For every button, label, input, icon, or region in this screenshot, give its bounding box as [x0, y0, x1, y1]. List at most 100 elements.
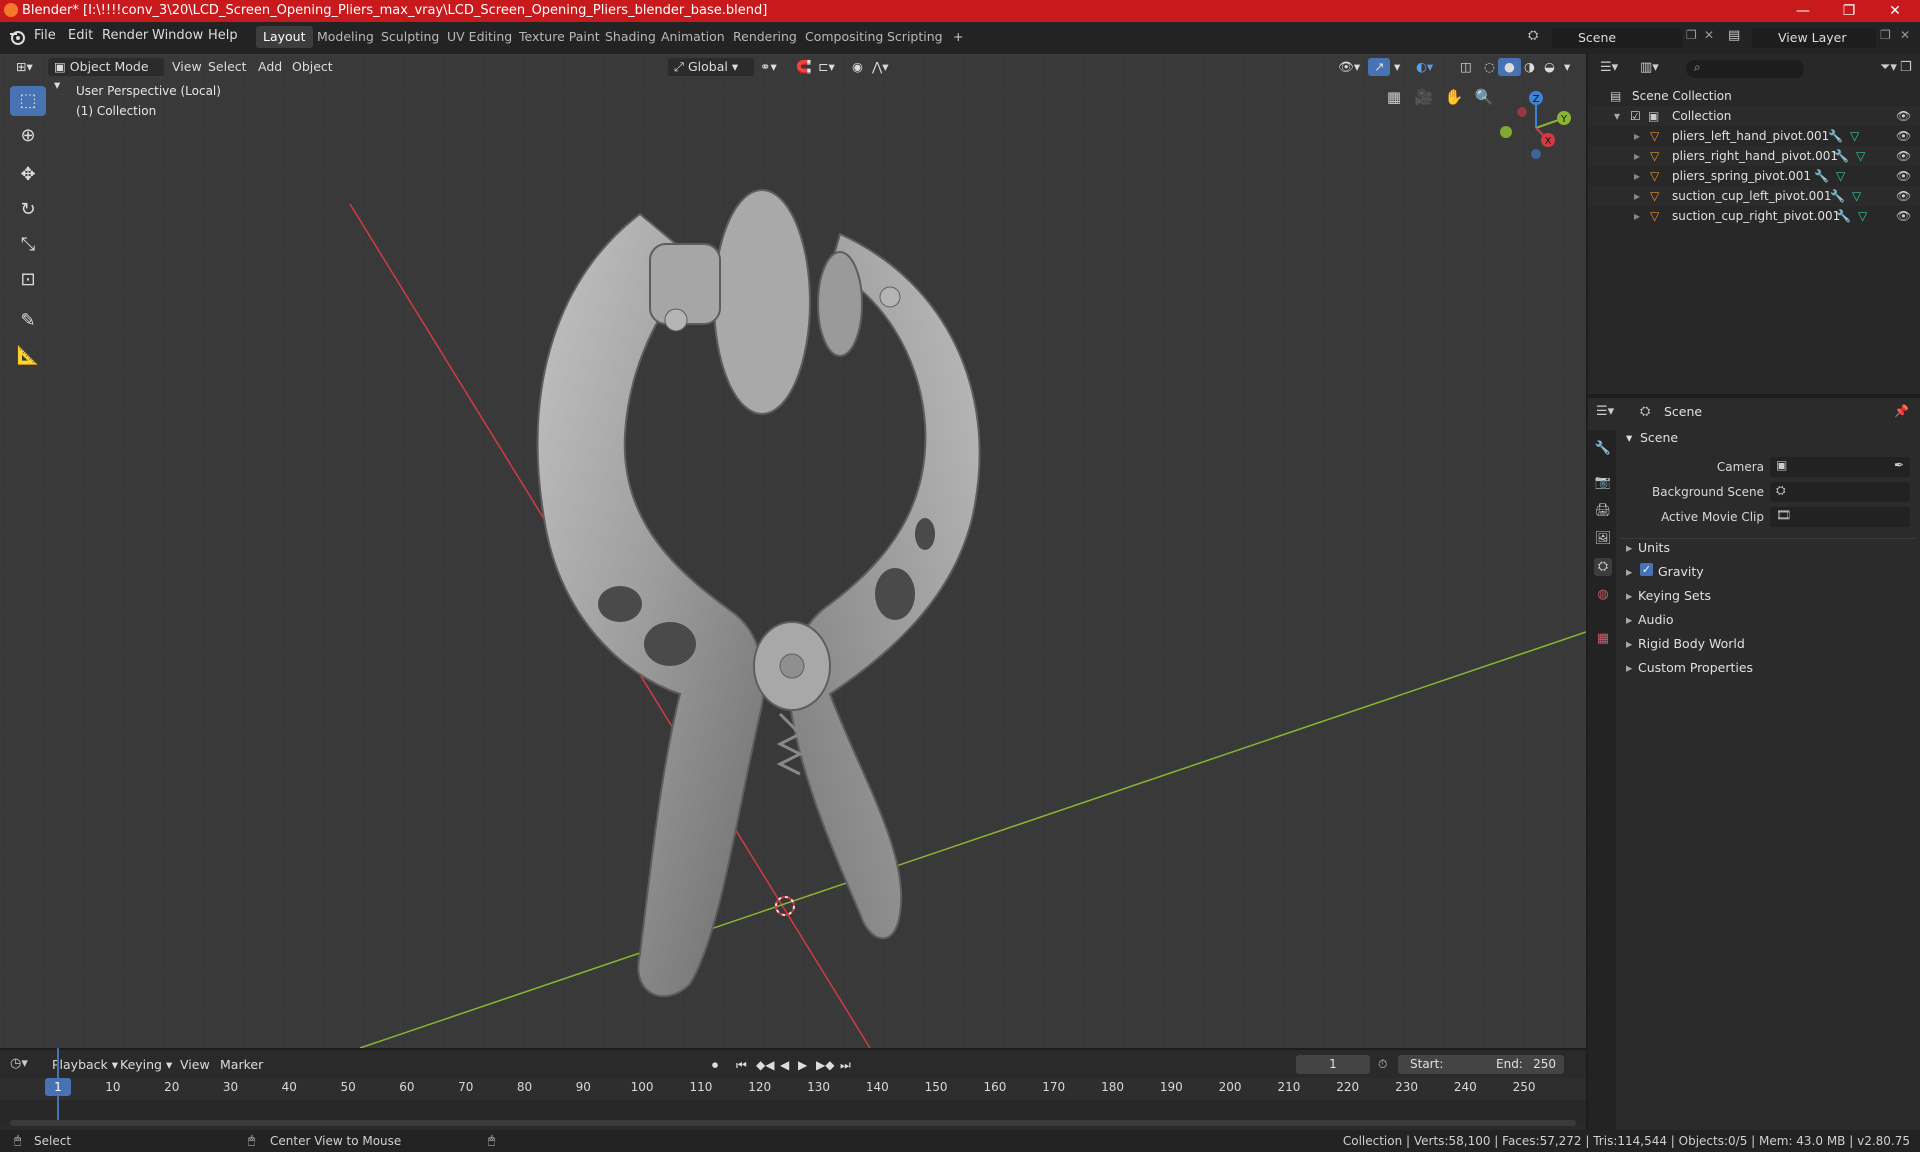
gravity-checkbox[interactable]: ✓ [1640, 563, 1653, 576]
expand-arrow-icon[interactable]: ▸ [1634, 166, 1640, 186]
3d-viewport[interactable] [0, 54, 1586, 1048]
tab-uv-editing[interactable]: UV Editing [440, 26, 519, 48]
overlays-icon[interactable]: ◐▾ [1410, 58, 1439, 76]
blender-menu-icon[interactable] [8, 28, 26, 46]
navigation-gizmo[interactable]: Z Y X [1494, 84, 1584, 168]
collapse-arrow-icon[interactable]: ▾ [1614, 106, 1620, 126]
rigid-body-world-section[interactable]: Rigid Body World [1638, 636, 1745, 651]
mode-dropdown[interactable]: ▣ Object Mode ▾ [48, 58, 164, 92]
units-section[interactable]: Units [1638, 540, 1670, 555]
close-button[interactable]: ✕ [1872, 0, 1918, 22]
scene-tab-icon[interactable]: ⛭ [1594, 558, 1612, 576]
timeline-track-area[interactable] [0, 1100, 1586, 1122]
cursor-tool-icon[interactable]: ⊕ [10, 121, 46, 151]
outliner-editor-icon[interactable]: ☰▾ [1600, 60, 1618, 75]
menu-edit[interactable]: Edit [68, 28, 93, 43]
minimize-button[interactable]: — [1780, 0, 1826, 22]
keying-sets-arrow-icon[interactable]: ▸ [1626, 588, 1632, 603]
move-tool-icon[interactable]: ✥ [10, 160, 46, 190]
tab-layout[interactable]: Layout [256, 26, 313, 48]
mesh-data-icon[interactable]: ▽ [1850, 126, 1859, 146]
editor-type-icon[interactable]: ⊞▾ [10, 58, 39, 76]
tool-tab-icon[interactable]: 🔧 [1594, 440, 1612, 458]
timeline-menu-marker[interactable]: Marker [214, 1056, 269, 1074]
camera-field[interactable]: ▣ ✒ [1770, 457, 1910, 477]
timeline-scrollbar[interactable] [10, 1120, 1576, 1126]
visibility-eye-icon[interactable]: 👁 [1896, 106, 1911, 126]
rotate-tool-icon[interactable]: ↻ [10, 195, 46, 225]
outliner-row-collection[interactable]: ▾ ☑ ▣ Collection 👁 [1588, 106, 1920, 126]
units-arrow-icon[interactable]: ▸ [1626, 540, 1632, 555]
annotate-tool-icon[interactable]: ✎ [10, 306, 46, 336]
tab-animation[interactable]: Animation [654, 26, 732, 48]
pan-view-icon[interactable]: ✋ [1442, 88, 1466, 112]
camera-view-icon[interactable]: 🎥 [1412, 88, 1436, 112]
modifier-wrench-icon[interactable]: 🔧 [1828, 126, 1843, 146]
audio-arrow-icon[interactable]: ▸ [1626, 612, 1632, 627]
transform-orientation-dropdown[interactable]: ⤢ Global ▾ [668, 58, 754, 76]
menu-render[interactable]: Render [102, 28, 148, 43]
view-layer-tab-icon[interactable]: 🖼 [1594, 530, 1612, 548]
view-layer-field[interactable]: View Layer [1752, 28, 1876, 48]
mesh-data-icon[interactable]: ▽ [1852, 186, 1861, 206]
tab-scripting[interactable]: Scripting [880, 26, 950, 48]
outliner-row-scene-collection[interactable]: ▤ Scene Collection [1588, 86, 1920, 106]
viewport-menu-add[interactable]: Add [252, 58, 288, 76]
tab-texture-paint[interactable]: Texture Paint [512, 26, 607, 48]
falloff-icon[interactable]: ⋀▾ [866, 58, 895, 76]
playhead-frame-label[interactable]: 1 [45, 1078, 71, 1096]
visibility-eye-icon[interactable]: 👁 [1896, 206, 1911, 226]
ortho-toggle-icon[interactable]: ▦ [1382, 88, 1406, 112]
eyedropper-icon[interactable]: ✒ [1894, 458, 1904, 472]
new-view-layer-icon[interactable]: ❐ [1880, 28, 1891, 42]
active-movie-clip-field[interactable]: 🎞 [1770, 507, 1910, 527]
next-keyframe-icon[interactable]: ▶◆ [816, 1058, 834, 1072]
visibility-icon[interactable]: 👁▾ [1332, 58, 1366, 76]
pin-icon[interactable]: 📌 [1894, 404, 1909, 418]
rigid-body-arrow-icon[interactable]: ▸ [1626, 636, 1632, 651]
menu-file[interactable]: File [34, 28, 56, 43]
end-frame-field[interactable]: End: 250 [1488, 1055, 1564, 1074]
filter-icon[interactable]: ⏷▾ [1880, 60, 1897, 75]
visibility-eye-icon[interactable]: 👁 [1896, 126, 1911, 146]
menu-help[interactable]: Help [208, 28, 238, 43]
viewport-menu-object[interactable]: Object [286, 58, 339, 76]
preview-range-icon[interactable]: ⏱ [1378, 1057, 1387, 1072]
outliner-row-object[interactable]: ▸ ▽ pliers_left_hand_pivot.001 🔧 ▽ 👁 [1588, 126, 1920, 146]
scale-tool-icon[interactable]: ⤡ [10, 230, 46, 260]
mesh-data-icon[interactable]: ▽ [1856, 146, 1865, 166]
pivot-point-icon[interactable]: ⚭▾ [754, 58, 783, 76]
tab-modeling[interactable]: Modeling [310, 26, 381, 48]
jump-end-icon[interactable]: ⏭ [840, 1058, 851, 1073]
measure-tool-icon[interactable]: 📐 [10, 341, 46, 371]
modifier-wrench-icon[interactable]: 🔧 [1836, 206, 1851, 226]
output-tab-icon[interactable]: 🖨 [1594, 502, 1612, 520]
xray-icon[interactable]: ◫ [1454, 58, 1478, 76]
play-reverse-icon[interactable]: ◀ [780, 1058, 789, 1072]
timeline-editor-icon[interactable]: ◷▾ [10, 1056, 28, 1071]
mesh-data-icon[interactable]: ▽ [1858, 206, 1867, 226]
gizmo-dropdown-icon[interactable]: ▾ [1388, 58, 1406, 76]
collection-checkbox[interactable]: ☑ [1630, 106, 1641, 126]
jump-start-icon[interactable]: ⏮ [736, 1058, 747, 1073]
outliner-row-object[interactable]: ▸ ▽ suction_cup_right_pivot.001 🔧 ▽ 👁 [1588, 206, 1920, 226]
select-box-tool-icon[interactable]: ⬚ [10, 86, 46, 116]
current-frame-field[interactable]: 1 [1296, 1055, 1370, 1074]
keying-sets-section[interactable]: Keying Sets [1638, 588, 1711, 603]
add-workspace-button[interactable]: + [946, 26, 970, 48]
timeline-menu-view[interactable]: View [174, 1056, 216, 1074]
delete-view-layer-icon[interactable]: ✕ [1900, 28, 1910, 42]
record-icon[interactable]: ⏺ [712, 1058, 718, 1073]
background-scene-field[interactable]: ⛭ [1770, 482, 1910, 502]
viewport-menu-select[interactable]: Select [202, 58, 253, 76]
render-tab-icon[interactable]: 📷 [1594, 474, 1612, 492]
new-collection-icon[interactable]: ❐ [1900, 60, 1912, 75]
properties-editor-icon[interactable]: ☰▾ [1596, 404, 1614, 419]
texture-tab-icon[interactable]: ▦ [1594, 630, 1612, 648]
menu-window[interactable]: Window [152, 28, 203, 43]
prev-keyframe-icon[interactable]: ◆◀ [756, 1058, 774, 1072]
delete-scene-icon[interactable]: ✕ [1704, 28, 1714, 42]
expand-arrow-icon[interactable]: ▸ [1634, 206, 1640, 226]
expand-arrow-icon[interactable]: ▸ [1634, 186, 1640, 206]
view-layer-icon[interactable]: ▤ [1728, 28, 1740, 43]
